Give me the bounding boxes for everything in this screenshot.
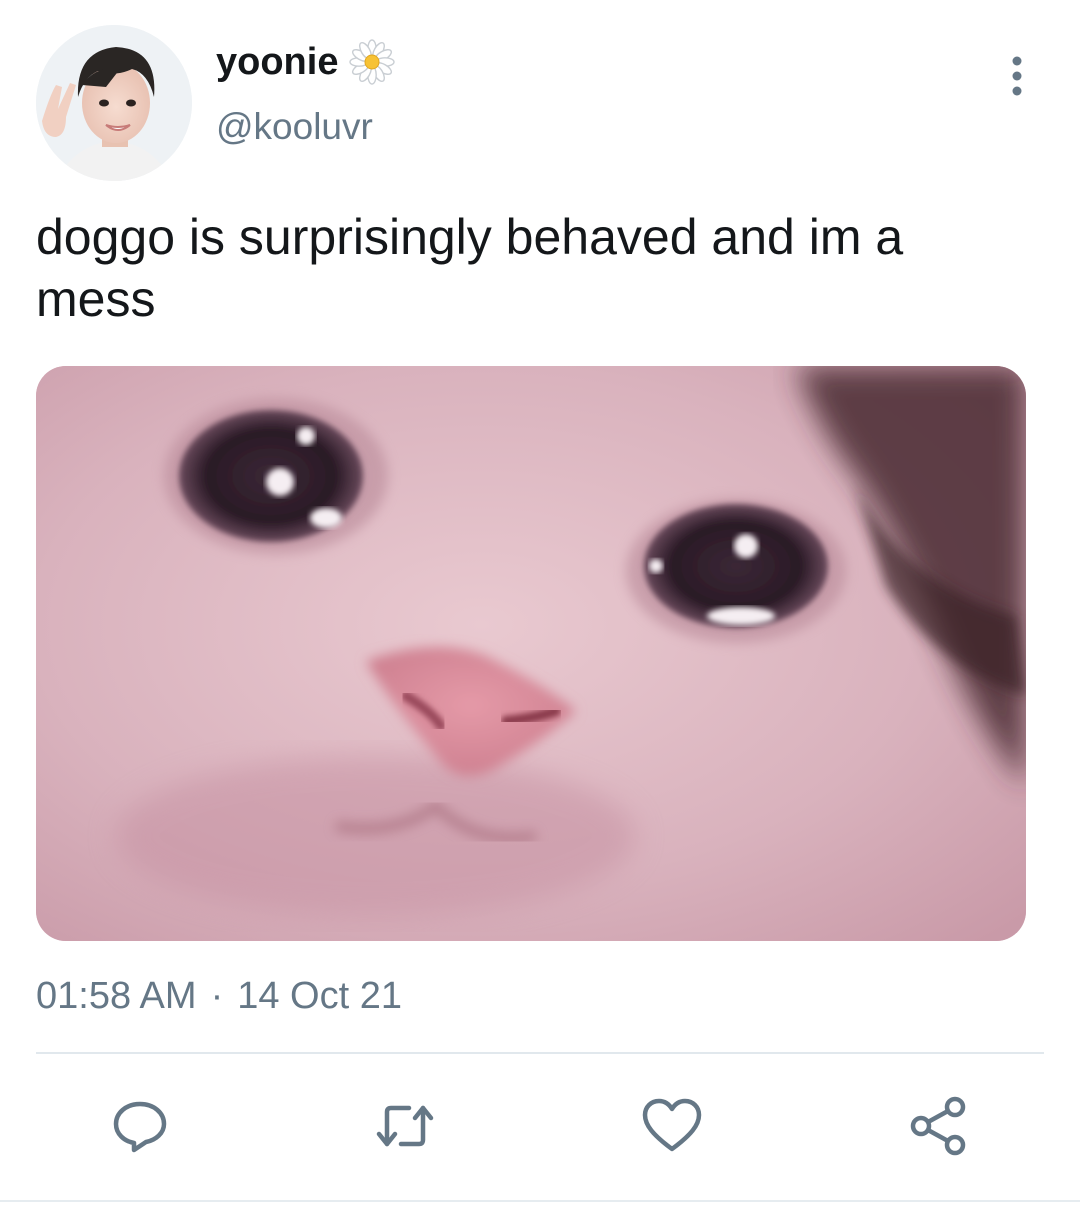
tweet-date: 14 Oct 21 (237, 975, 402, 1017)
divider (36, 1052, 1044, 1054)
daisy-icon (348, 38, 396, 86)
avatar[interactable] (36, 25, 192, 181)
display-name[interactable]: yoonie (216, 38, 338, 86)
bottom-edge (0, 1200, 1080, 1220)
crying-cat-image (36, 366, 1026, 941)
more-options-button[interactable] (996, 52, 1038, 100)
timestamp-separator: · (210, 975, 224, 1017)
tweet-card: yoonie @kooluvr doggo is surprisingly be… (0, 0, 1080, 1220)
user-handle[interactable]: @kooluvr (216, 104, 373, 150)
user-name-row[interactable]: yoonie (216, 38, 396, 86)
tweet-media-image[interactable] (36, 366, 1026, 941)
reply-button[interactable] (108, 1094, 172, 1158)
more-vertical-icon (1012, 56, 1022, 96)
tweet-time: 01:58 AM (36, 975, 197, 1017)
like-button[interactable] (640, 1094, 704, 1158)
retweet-icon (376, 1105, 434, 1147)
heart-icon (642, 1098, 702, 1152)
reply-icon (113, 1101, 167, 1153)
tweet-text: doggo is surprisingly behaved and im a m… (36, 209, 904, 327)
tweet-timestamp[interactable]: 01:58 AM · 14 Oct 21 (36, 972, 402, 1020)
share-button[interactable] (906, 1094, 970, 1158)
avatar-image (36, 25, 192, 181)
share-icon (910, 1096, 966, 1156)
retweet-button[interactable] (373, 1094, 437, 1158)
